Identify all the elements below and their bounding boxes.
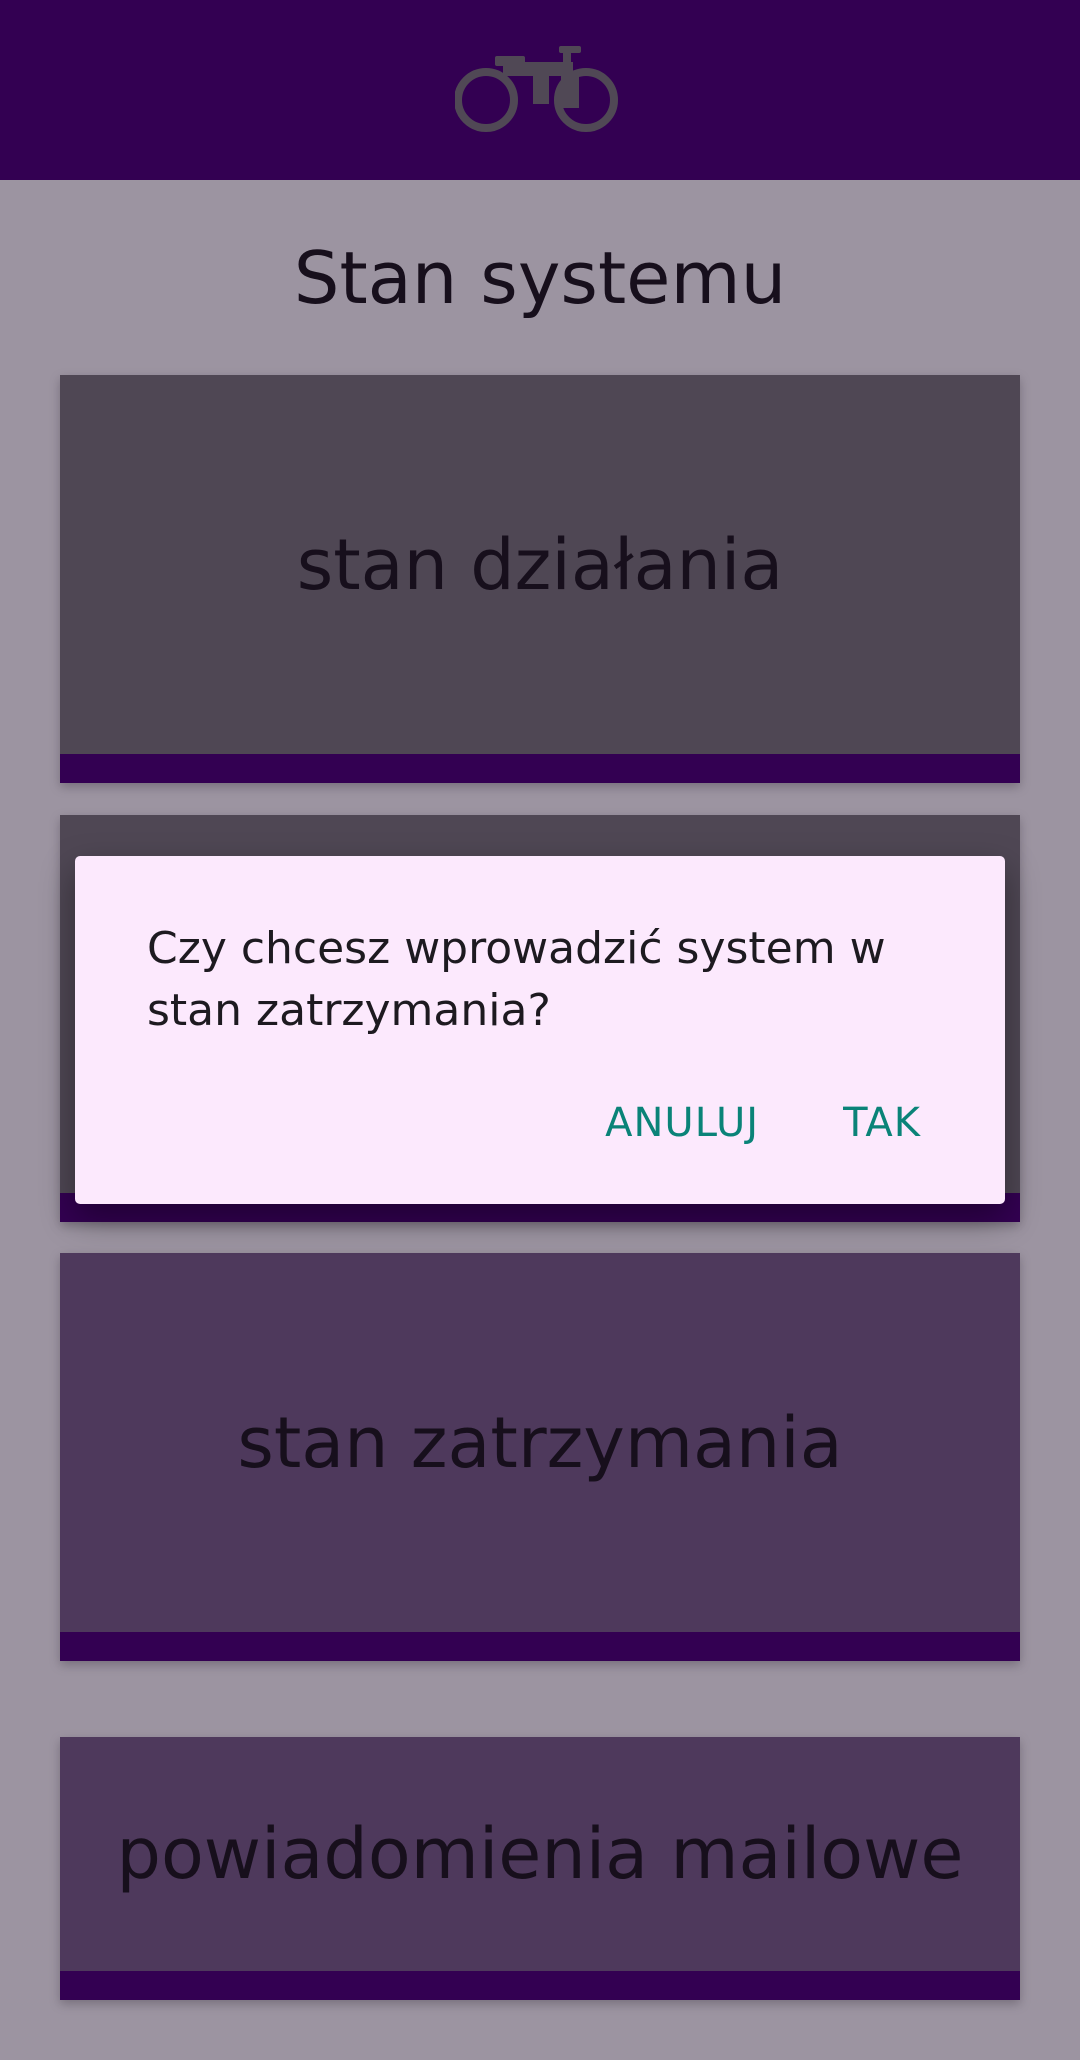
dialog-message: Czy chcesz wprowadzić system w stan zatr… — [147, 923, 886, 1036]
cancel-button[interactable]: ANULUJ — [593, 1092, 771, 1154]
confirm-button[interactable]: TAK — [831, 1092, 933, 1154]
confirm-dialog: Czy chcesz wprowadzić system w stan zatr… — [75, 856, 1005, 1204]
dialog-actions: ANULUJ TAK — [593, 1092, 933, 1154]
